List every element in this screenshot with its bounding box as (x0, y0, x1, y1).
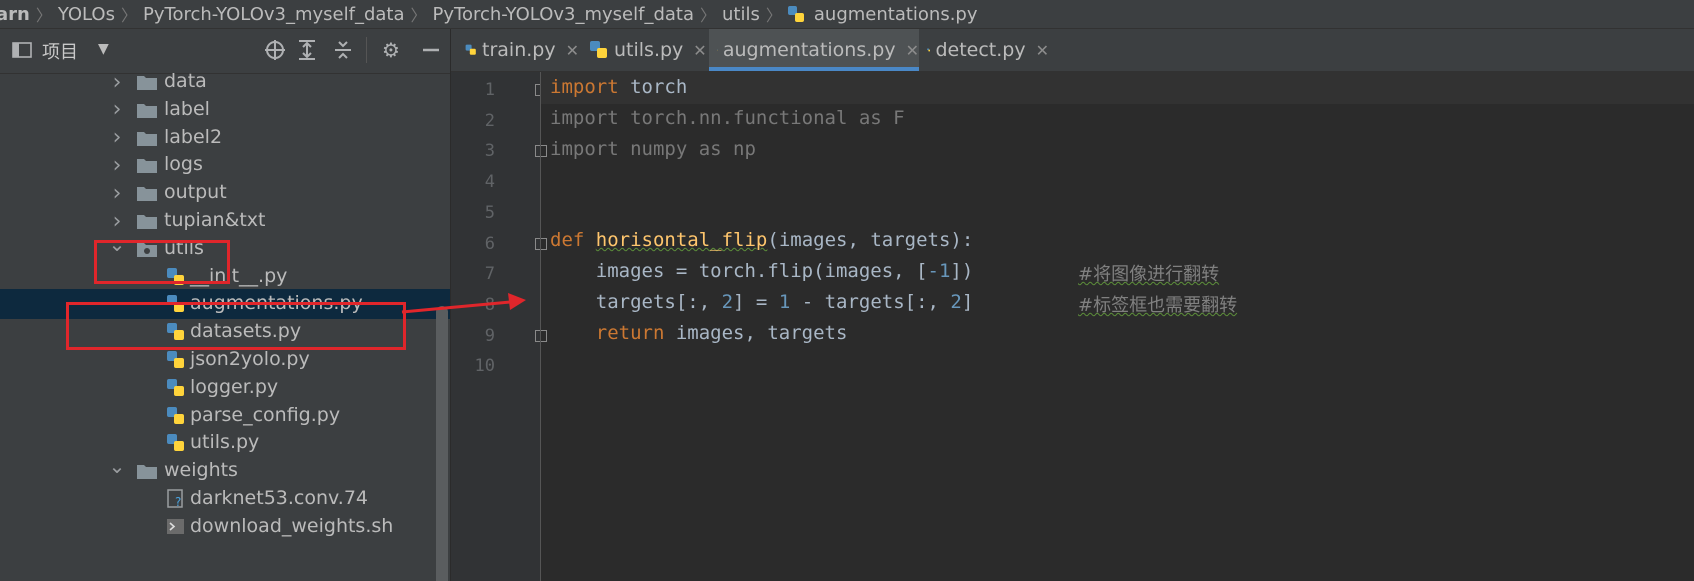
annotation-arrow (401, 293, 526, 314)
